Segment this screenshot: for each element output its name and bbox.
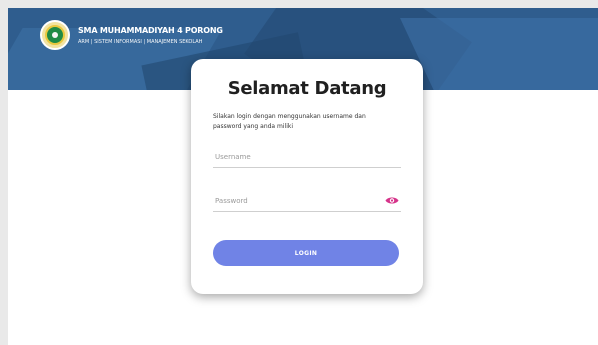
brand-text: SMA MUHAMMADIYAH 4 PORONG ARM | SISTEM I… <box>78 26 223 45</box>
password-field <box>213 190 401 212</box>
login-button[interactable]: LOGIN <box>213 240 399 266</box>
username-input[interactable] <box>213 152 401 161</box>
brand: SMA MUHAMMADIYAH 4 PORONG ARM | SISTEM I… <box>40 20 223 50</box>
login-description: Silakan login dengan menggunakan usernam… <box>213 113 366 130</box>
school-name: SMA MUHAMMADIYAH 4 PORONG <box>78 25 223 35</box>
login-title: Selamat Datang <box>227 78 387 99</box>
password-input[interactable] <box>213 196 401 205</box>
banner-decoration <box>400 18 598 90</box>
username-field <box>213 146 401 168</box>
eye-icon[interactable] <box>385 196 399 205</box>
school-logo-icon <box>40 20 70 50</box>
login-card: Selamat Datang Silakan login dengan meng… <box>191 59 423 294</box>
school-subtitle: ARM | SISTEM INFORMASI | MANAJEMEN SEKOL… <box>78 38 203 45</box>
page: SMA MUHAMMADIYAH 4 PORONG ARM | SISTEM I… <box>8 8 598 345</box>
